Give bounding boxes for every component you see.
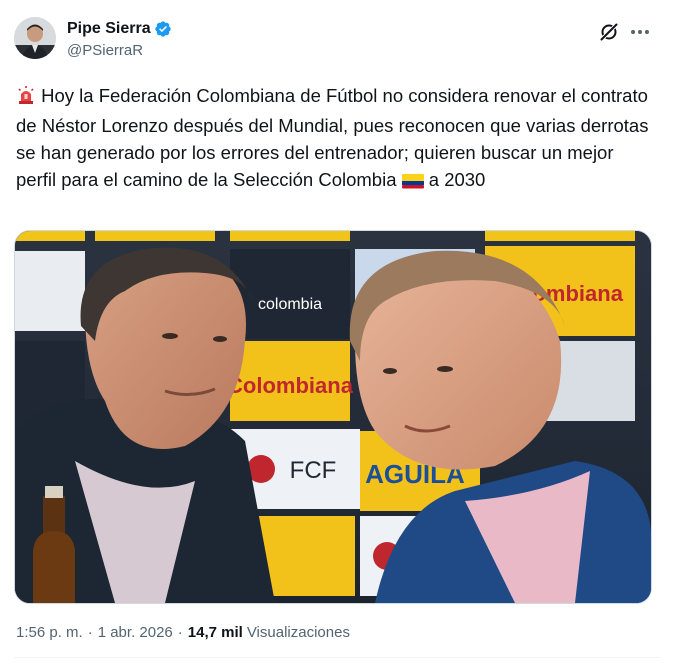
- views-count[interactable]: 14,7 mil: [188, 624, 243, 641]
- sponsor-logo-2b: Colombiana: [227, 373, 354, 398]
- tweet-date[interactable]: 1 abr. 2026: [98, 624, 173, 641]
- tweet-time[interactable]: 1:56 p. m.: [16, 624, 83, 641]
- tweet-text-part-2: a 2030: [423, 169, 486, 190]
- sponsor-logo-3: FCF: [290, 457, 337, 484]
- divider: [14, 657, 660, 658]
- avatar-photo: [14, 17, 56, 59]
- tweet-text: Hoy la Federación Colombiana de Fútbol n…: [16, 82, 656, 196]
- grok-icon: [599, 22, 619, 42]
- tweet-text-part-1: Hoy la Federación Colombiana de Fútbol n…: [16, 85, 649, 190]
- grok-button[interactable]: [598, 21, 620, 43]
- press-conference-photo: colombia Colombiana Colombiana FCF AGUIL…: [15, 231, 651, 603]
- author-handle[interactable]: @PSierraR: [67, 42, 172, 59]
- siren-icon: [16, 85, 36, 112]
- tweet-photo[interactable]: colombia Colombiana Colombiana FCF AGUIL…: [14, 230, 652, 604]
- tweet-meta: 1:56 p. m. · 1 abr. 2026 · 14,7 mil Visu…: [16, 624, 350, 641]
- sponsor-logo-1: colombia: [258, 296, 322, 313]
- colombia-flag-icon: [401, 169, 424, 196]
- more-options-button[interactable]: [629, 21, 651, 43]
- meta-separator: ·: [87, 624, 93, 641]
- verified-badge-icon[interactable]: [154, 20, 172, 38]
- avatar[interactable]: [14, 17, 56, 59]
- views-label: Visualizaciones: [246, 624, 350, 641]
- more-icon: [631, 30, 649, 34]
- meta-separator-2: ·: [177, 624, 183, 641]
- author-info: Pipe Sierra @PSierraR: [67, 18, 172, 59]
- author-name[interactable]: Pipe Sierra: [67, 20, 151, 38]
- author-name-row: Pipe Sierra: [67, 18, 172, 40]
- tweet-card: Pipe Sierra @PSierraR Hoy la Federación …: [0, 0, 674, 664]
